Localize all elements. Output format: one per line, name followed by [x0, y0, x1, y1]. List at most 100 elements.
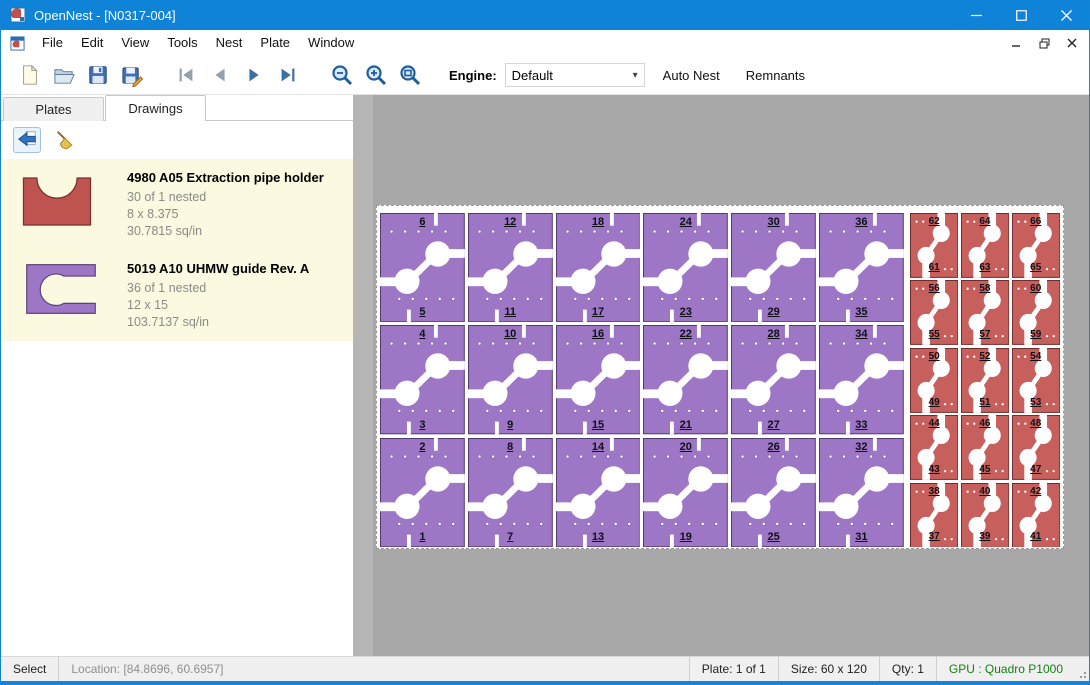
import-drawing-button[interactable]: [13, 127, 41, 153]
menu-item-window[interactable]: Window: [299, 30, 363, 56]
nest-part-pair[interactable]: 3635: [819, 213, 904, 322]
nest-part-pair[interactable]: 5251: [961, 348, 1009, 413]
save-button[interactable]: [81, 59, 115, 91]
plate[interactable]: 6512111817242330293635431091615222128273…: [376, 205, 1064, 549]
nest-part-pair[interactable]: 2827: [731, 325, 816, 434]
part-number: 19: [643, 531, 728, 543]
nest-part-pair[interactable]: 4645: [961, 415, 1009, 480]
zoom-in-icon: [364, 63, 388, 87]
panel-splitter[interactable]: [353, 95, 373, 656]
part-number: 17: [556, 306, 641, 318]
zoom-out-button[interactable]: [325, 59, 359, 91]
nest-part-pair[interactable]: 4443: [910, 415, 958, 480]
menu-item-nest[interactable]: Nest: [207, 30, 252, 56]
mdi-close-icon[interactable]: [1063, 34, 1081, 52]
part-number: 57: [961, 329, 1009, 341]
nest-part-pair[interactable]: 2221: [643, 325, 728, 434]
nest-part-pair[interactable]: 87: [468, 438, 553, 547]
nest-part-pair[interactable]: 5655: [910, 280, 958, 345]
nest-part-pair[interactable]: 1413: [556, 438, 641, 547]
nest-part-pair[interactable]: 3231: [819, 438, 904, 547]
tab-plates[interactable]: Plates: [3, 97, 104, 121]
previous-arrow-icon: [209, 64, 231, 86]
part-number: 59: [1012, 329, 1060, 341]
nest-part-pair[interactable]: 5857: [961, 280, 1009, 345]
nest-part-pair[interactable]: 5453: [1012, 348, 1060, 413]
part-number: 40: [961, 486, 1009, 498]
nest-part-pair[interactable]: 1211: [468, 213, 553, 322]
mdi-restore-icon[interactable]: [1035, 34, 1053, 52]
drawing-item-extraction-pipe-holder[interactable]: 4980 A05 Extraction pipe holder 30 of 1 …: [1, 159, 353, 250]
new-file-button[interactable]: [13, 59, 47, 91]
nest-part-pair[interactable]: 1615: [556, 325, 641, 434]
tab-drawings[interactable]: Drawings: [105, 95, 206, 121]
drawings-list: 4980 A05 Extraction pipe holder 30 of 1 …: [1, 159, 353, 341]
nest-part-pair[interactable]: 65: [380, 213, 465, 322]
part-number: 8: [468, 441, 553, 453]
nest-part-pair[interactable]: 6665: [1012, 213, 1060, 278]
part-number: 53: [1012, 397, 1060, 409]
part-number: 28: [731, 328, 816, 340]
menu-item-view[interactable]: View: [112, 30, 158, 56]
mdi-minimize-icon[interactable]: [1007, 34, 1025, 52]
maximize-button[interactable]: [999, 0, 1044, 30]
nest-part-pair[interactable]: 4847: [1012, 415, 1060, 480]
zoom-out-icon: [330, 63, 354, 87]
nest-part-pair[interactable]: 4039: [961, 483, 1009, 548]
nest-part-pair[interactable]: 5049: [910, 348, 958, 413]
menu-item-plate[interactable]: Plate: [251, 30, 299, 56]
first-plate-button[interactable]: [169, 59, 203, 91]
part-number: 50: [910, 351, 958, 363]
last-arrow-icon: [277, 64, 299, 86]
part-number: 43: [910, 464, 958, 476]
menu-bar: FileEditViewToolsNestPlateWindow: [1, 30, 1089, 56]
nest-canvas[interactable]: 6512111817242330293635431091615222128273…: [373, 95, 1089, 656]
part-number: 24: [643, 216, 728, 228]
nest-part-pair[interactable]: 109: [468, 325, 553, 434]
nest-part-pair[interactable]: 2423: [643, 213, 728, 322]
menu-item-edit[interactable]: Edit: [72, 30, 112, 56]
engine-selected-value: Default: [512, 68, 633, 83]
resize-grip-icon[interactable]: [1075, 657, 1089, 681]
zoom-fit-button[interactable]: [393, 59, 427, 91]
nest-part-pair[interactable]: 6463: [961, 213, 1009, 278]
chevron-down-icon: ▾: [633, 70, 638, 81]
next-arrow-icon: [243, 64, 265, 86]
nest-part-pair[interactable]: 2019: [643, 438, 728, 547]
minimize-button[interactable]: [954, 0, 999, 30]
part-number: 63: [961, 262, 1009, 274]
close-button[interactable]: [1044, 0, 1089, 30]
nest-part-pair[interactable]: 2625: [731, 438, 816, 547]
previous-plate-button[interactable]: [203, 59, 237, 91]
save-as-icon: [121, 64, 144, 87]
nest-part-pair[interactable]: 4241: [1012, 483, 1060, 548]
drawing-item-uhmw-guide[interactable]: 5019 A10 UHMW guide Rev. A 36 of 1 neste…: [1, 250, 353, 341]
save-as-button[interactable]: [115, 59, 149, 91]
app-window: OpenNest - [N0317-004] FileEditViewTools…: [0, 0, 1090, 685]
remnants-button[interactable]: Remnants: [738, 68, 813, 83]
part-number: 15: [556, 419, 641, 431]
nest-part-pair[interactable]: 3029: [731, 213, 816, 322]
menu-item-tools[interactable]: Tools: [158, 30, 206, 56]
status-bar: Select Location: [84.8696, 60.6957] Plat…: [1, 656, 1089, 681]
open-button[interactable]: [47, 59, 81, 91]
last-plate-button[interactable]: [271, 59, 305, 91]
nest-part-pair[interactable]: 3837: [910, 483, 958, 548]
next-plate-button[interactable]: [237, 59, 271, 91]
engine-select[interactable]: Default ▾: [505, 63, 645, 87]
nest-part-pair[interactable]: 43: [380, 325, 465, 434]
drawing-title: 5019 A10 UHMW guide Rev. A: [127, 261, 343, 276]
zoom-in-button[interactable]: [359, 59, 393, 91]
nest-part-pair[interactable]: 3433: [819, 325, 904, 434]
nest-part-pair[interactable]: 1817: [556, 213, 641, 322]
auto-nest-button[interactable]: Auto Nest: [655, 68, 728, 83]
menu-item-file[interactable]: File: [33, 30, 72, 56]
part-number: 47: [1012, 464, 1060, 476]
drawing-nested-count: 30 of 1 nested: [127, 189, 343, 206]
drawing-area: 30.7815 sq/in: [127, 223, 343, 240]
nest-part-pair[interactable]: 21: [380, 438, 465, 547]
nest-part-pair[interactable]: 6059: [1012, 280, 1060, 345]
clean-drawings-button[interactable]: [51, 127, 79, 153]
title-bar: OpenNest - [N0317-004]: [1, 0, 1089, 30]
nest-part-pair[interactable]: 6261: [910, 213, 958, 278]
